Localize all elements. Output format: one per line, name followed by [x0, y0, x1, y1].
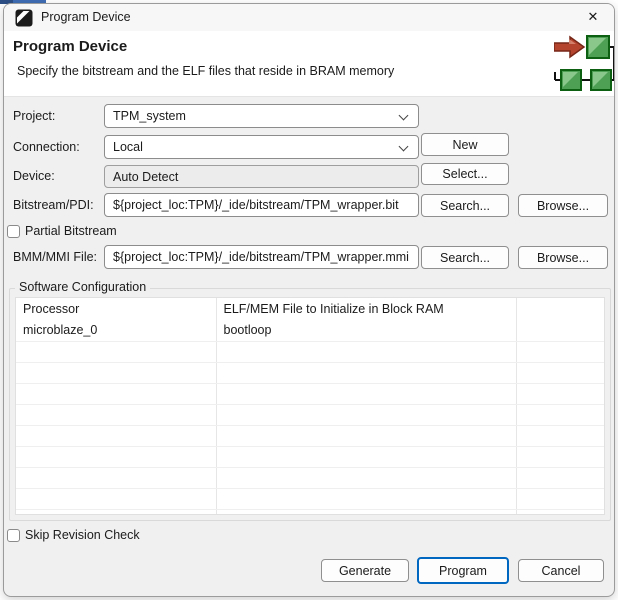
- generate-button[interactable]: Generate: [321, 559, 409, 582]
- bmm-search-button[interactable]: Search...: [421, 246, 509, 269]
- elf-cell: [216, 404, 517, 426]
- processor-cell: [16, 425, 217, 447]
- elf-cell: [216, 425, 517, 447]
- table-row: [16, 404, 604, 426]
- elf-cell: [216, 383, 517, 405]
- software-configuration-table: Processor ELF/MEM File to Initialize in …: [15, 297, 605, 515]
- bitstream-label: Bitstream/PDI:: [13, 198, 94, 212]
- elf-cell: [216, 341, 517, 363]
- extra-column-header: [516, 298, 604, 320]
- table-row: [16, 425, 604, 447]
- processor-cell[interactable]: microblaze_0: [16, 320, 217, 342]
- program-button[interactable]: Program: [417, 557, 509, 584]
- extra-cell: [516, 467, 604, 489]
- bitstream-input-value: ${project_loc:TPM}/_ide/bitstream/TPM_wr…: [113, 198, 399, 212]
- chevron-down-icon: [398, 110, 409, 121]
- page-title: Program Device: [13, 38, 128, 55]
- close-icon[interactable]: ✕: [578, 6, 608, 29]
- elf-cell: [216, 509, 517, 514]
- device-label: Device:: [13, 169, 55, 183]
- table-row: [16, 467, 604, 489]
- processor-cell: [16, 509, 217, 514]
- bitstream-input[interactable]: ${project_loc:TPM}/_ide/bitstream/TPM_wr…: [104, 193, 419, 217]
- extra-cell: [516, 488, 604, 510]
- bmm-input-value: ${project_loc:TPM}/_ide/bitstream/TPM_wr…: [113, 250, 409, 264]
- processor-cell: [16, 341, 217, 363]
- extra-cell: [516, 362, 604, 384]
- table-row: [16, 446, 604, 468]
- extra-cell: [516, 509, 604, 514]
- processor-cell: [16, 362, 217, 384]
- skip-revision-label[interactable]: Skip Revision Check: [25, 527, 140, 543]
- software-configuration-title: Software Configuration: [15, 280, 151, 294]
- elf-cell: [216, 446, 517, 468]
- extra-cell: [516, 446, 604, 468]
- processor-cell: [16, 383, 217, 405]
- new-connection-button[interactable]: New: [421, 133, 509, 156]
- connection-select[interactable]: Local: [104, 135, 419, 159]
- extra-cell: [516, 383, 604, 405]
- processor-column-header: Processor: [16, 298, 217, 320]
- table-header-row: Processor ELF/MEM File to Initialize in …: [16, 298, 604, 320]
- title-bar: Program Device ✕: [4, 4, 614, 31]
- table-row: [16, 509, 604, 514]
- table-row: [16, 488, 604, 510]
- partial-bitstream-checkbox[interactable]: [7, 225, 20, 238]
- bitstream-to-bram-icon: [554, 35, 614, 91]
- dialog-header: Program Device Specify the bitstream and…: [4, 31, 614, 97]
- window-title: Program Device: [41, 10, 131, 24]
- bitstream-browse-button[interactable]: Browse...: [518, 194, 608, 217]
- chevron-down-icon: [398, 141, 409, 152]
- processor-cell: [16, 467, 217, 489]
- elf-cell: [216, 362, 517, 384]
- table-row: [16, 383, 604, 405]
- connection-label: Connection:: [13, 140, 80, 154]
- bitstream-search-button[interactable]: Search...: [421, 194, 509, 217]
- bmm-input[interactable]: ${project_loc:TPM}/_ide/bitstream/TPM_wr…: [104, 245, 419, 269]
- processor-cell: [16, 404, 217, 426]
- extra-cell: [516, 425, 604, 447]
- page-subtitle: Specify the bitstream and the ELF files …: [17, 64, 395, 78]
- elf-cell: [216, 488, 517, 510]
- table-row: [16, 341, 604, 363]
- bmm-browse-button[interactable]: Browse...: [518, 246, 608, 269]
- extra-cell: [516, 404, 604, 426]
- skip-revision-checkbox[interactable]: [7, 529, 20, 542]
- table-row: [16, 362, 604, 384]
- table-row[interactable]: microblaze_0 bootloop: [16, 320, 604, 342]
- elf-column-header: ELF/MEM File to Initialize in Block RAM: [216, 298, 517, 320]
- project-select-value: TPM_system: [113, 109, 186, 123]
- device-field: Auto Detect: [104, 165, 419, 188]
- processor-cell: [16, 488, 217, 510]
- connection-select-value: Local: [113, 140, 143, 154]
- device-field-value: Auto Detect: [113, 169, 179, 184]
- partial-bitstream-label[interactable]: Partial Bitstream: [25, 223, 117, 239]
- project-select[interactable]: TPM_system: [104, 104, 419, 128]
- elf-cell[interactable]: bootloop: [216, 320, 517, 342]
- elf-cell: [216, 467, 517, 489]
- program-device-dialog: Program Device ✕ Program Device Specify …: [3, 3, 615, 597]
- extra-cell: [516, 341, 604, 363]
- processor-cell: [16, 446, 217, 468]
- extra-cell[interactable]: [516, 320, 604, 342]
- project-label: Project:: [13, 109, 56, 123]
- bmm-label: BMM/MMI File:: [13, 250, 98, 264]
- select-device-button[interactable]: Select...: [421, 163, 509, 185]
- amd-logo-icon: [15, 9, 33, 27]
- cancel-button[interactable]: Cancel: [518, 559, 604, 582]
